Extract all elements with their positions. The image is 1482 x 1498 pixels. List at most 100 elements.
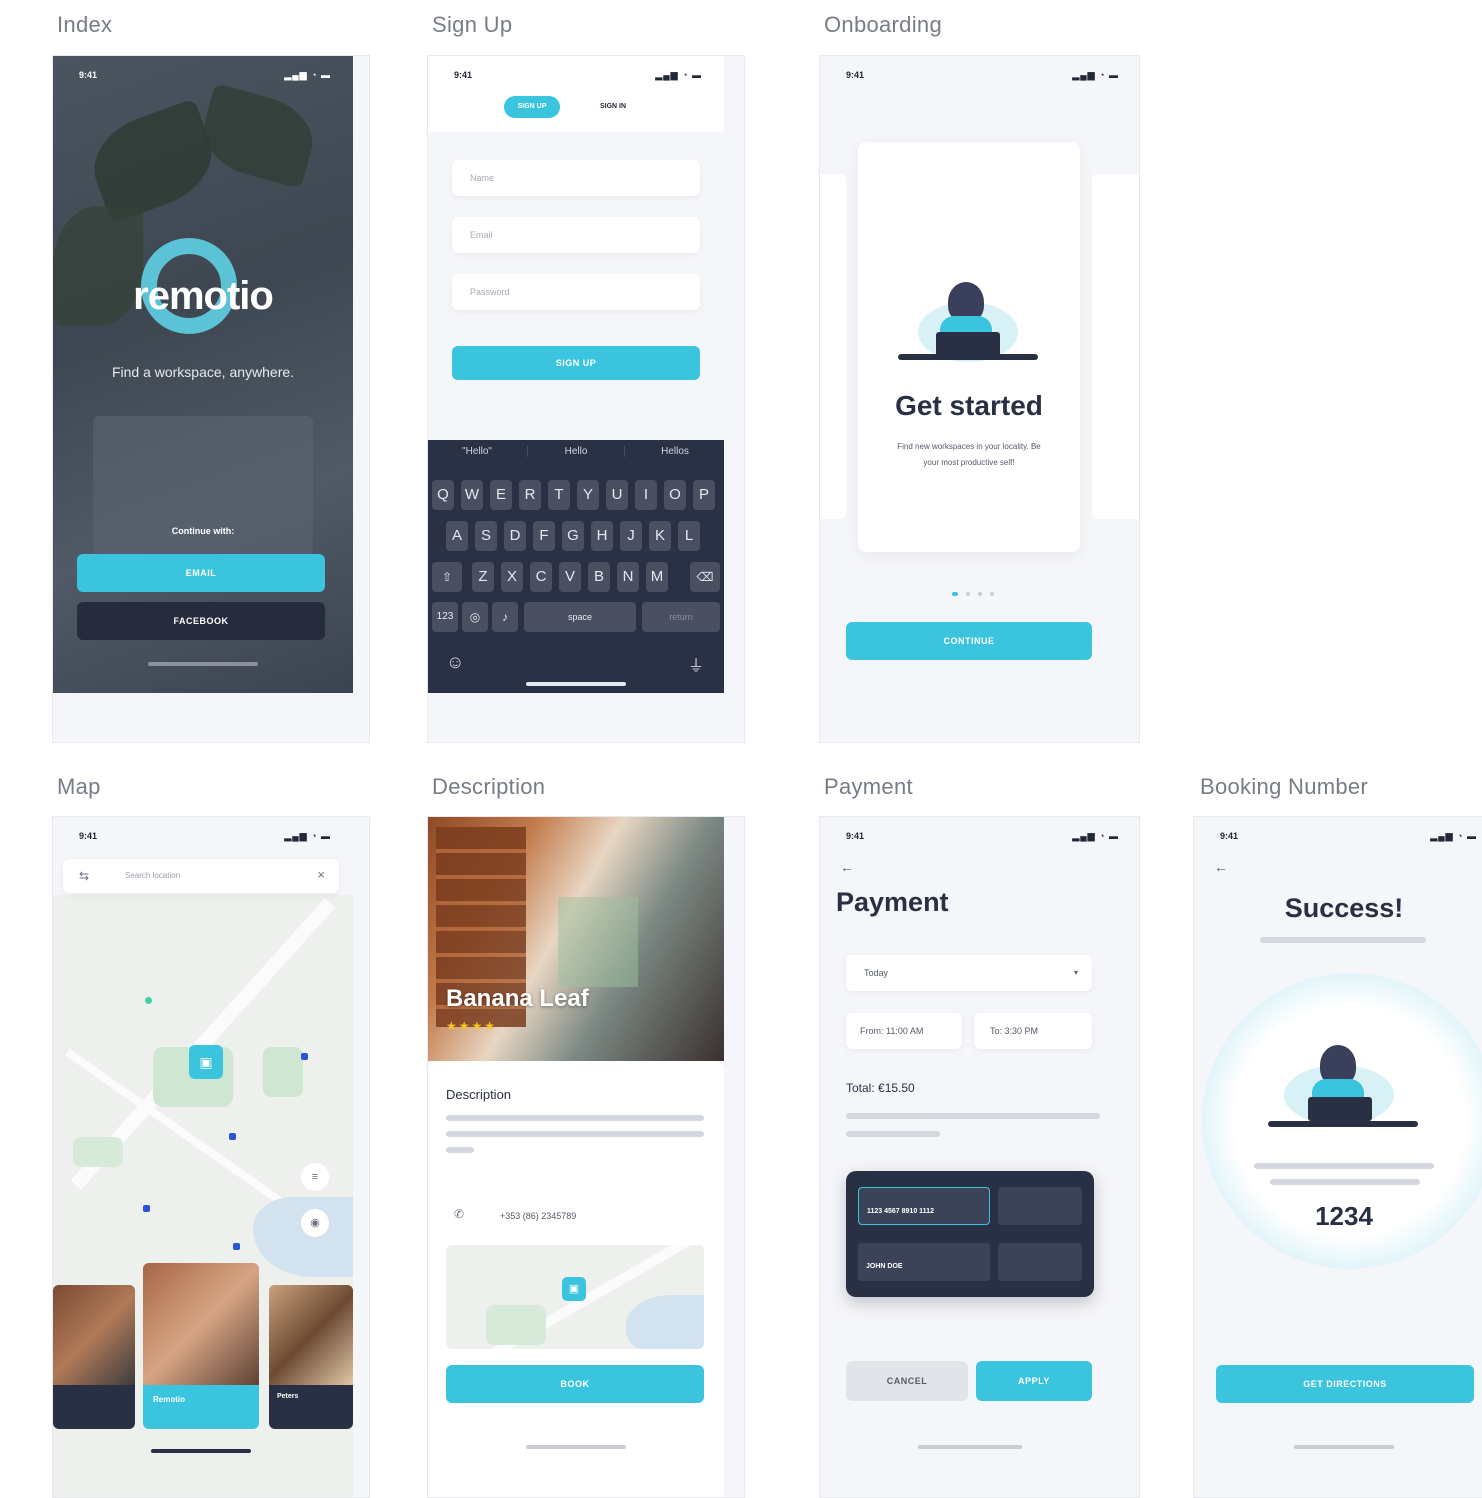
facebook-button[interactable]: FACEBOOK — [77, 602, 325, 640]
location-map[interactable]: ▣ — [446, 1245, 704, 1349]
emoji-icon[interactable]: ☺ — [446, 652, 464, 673]
to-time-field[interactable]: To: 3:30 PM — [974, 1013, 1092, 1049]
keyboard: "Hello" Hello Hellos QWERTYUIOP ASDFGHJK… — [428, 440, 724, 693]
key-u[interactable]: U — [606, 480, 628, 510]
signup-submit-button[interactable]: SIGN UP — [452, 346, 700, 380]
tab-signup[interactable]: SIGN UP — [504, 96, 560, 118]
key-z[interactable]: Z — [472, 562, 494, 592]
workspace-card[interactable]: Peters — [269, 1285, 353, 1429]
suggestion-3[interactable]: Hellos — [626, 446, 724, 457]
locate-icon[interactable]: ◉ — [301, 1209, 329, 1237]
date-select[interactable]: Today ▾ — [846, 955, 1092, 991]
name-field[interactable]: Name — [452, 160, 700, 196]
close-icon[interactable]: × — [317, 867, 325, 882]
card-expiry-field[interactable] — [998, 1187, 1082, 1225]
apply-button[interactable]: APPLY — [976, 1361, 1092, 1401]
key-i[interactable]: I — [635, 480, 657, 510]
cancel-button[interactable]: CANCEL — [846, 1361, 968, 1401]
key-j[interactable]: J — [620, 521, 642, 551]
workspace-pin-icon[interactable]: ▣ — [189, 1045, 223, 1079]
key-n[interactable]: N — [617, 562, 639, 592]
status-icons: ▂▄▆ ◔ ▬ — [655, 70, 702, 80]
payment-frame: 9:41 ▂▄▆ ◔ ▬ ← Payment Today ▾ From: 11:… — [819, 816, 1140, 1498]
map-marker[interactable] — [143, 1205, 150, 1212]
tab-signin[interactable]: SIGN IN — [578, 96, 648, 118]
signup-header — [428, 56, 724, 132]
key-q[interactable]: Q — [432, 480, 454, 510]
home-indicator — [526, 1445, 626, 1449]
continue-with-label: Continue with: — [171, 526, 235, 536]
onboarding-frame: 9:41 ▂▄▆ ◔ ▬ Get started Find new worksp… — [819, 55, 1140, 743]
dictation-icon[interactable]: ⏚ — [688, 652, 704, 676]
rating-stars: ★★★★ — [446, 1019, 498, 1033]
key-m[interactable]: M — [646, 562, 668, 592]
key-l[interactable]: L — [678, 521, 700, 551]
page-title: Payment — [836, 887, 949, 917]
map-marker[interactable] — [145, 997, 152, 1004]
return-key[interactable]: return — [642, 602, 720, 632]
map-marker[interactable] — [301, 1053, 308, 1060]
person-working-illustration — [888, 282, 1048, 372]
booking-screen: 9:41 ▂▄▆ ◔ ▬ ← Success! 1234 GET DIRECTI… — [1194, 817, 1482, 1497]
key-g[interactable]: G — [562, 521, 584, 551]
filter-icon[interactable]: ⇆ — [79, 869, 89, 883]
layers-icon[interactable]: ≡ — [301, 1163, 329, 1191]
card-number-field[interactable]: 1123 4567 8910 1112 — [858, 1187, 990, 1225]
map-marker[interactable] — [233, 1243, 240, 1250]
page-dot[interactable] — [990, 592, 994, 596]
book-button[interactable]: BOOK — [446, 1365, 704, 1403]
key-c[interactable]: C — [530, 562, 552, 592]
card-name-field[interactable]: JOHN DOE — [858, 1243, 990, 1281]
get-directions-button[interactable]: GET DIRECTIONS — [1216, 1365, 1474, 1403]
space-key[interactable]: space — [524, 602, 636, 632]
key-o[interactable]: O — [664, 480, 686, 510]
key-v[interactable]: V — [559, 562, 581, 592]
key-p[interactable]: P — [693, 480, 715, 510]
key-x[interactable]: X — [501, 562, 523, 592]
description-screen: Banana Leaf ★★★★ Description ✆ +353 (86)… — [428, 817, 724, 1497]
key-t[interactable]: T — [548, 480, 570, 510]
page-dot[interactable] — [978, 592, 982, 596]
phone-row[interactable]: ✆ +353 (86) 2345789 — [446, 1197, 704, 1235]
microphone-key[interactable]: ♪ — [492, 602, 518, 632]
workspace-card[interactable] — [53, 1285, 135, 1429]
workspace-card-selected[interactable]: Remotio — [143, 1263, 259, 1429]
password-field[interactable]: Password — [452, 274, 700, 310]
phone-number[interactable]: +353 (86) 2345789 — [500, 1211, 576, 1221]
workspace-card-name: Peters — [277, 1393, 299, 1400]
key-k[interactable]: K — [649, 521, 671, 551]
continue-button[interactable]: CONTINUE — [846, 622, 1092, 660]
back-arrow-icon[interactable]: ← — [840, 859, 854, 875]
globe-icon[interactable]: ◎ — [462, 602, 488, 632]
key-d[interactable]: D — [504, 521, 526, 551]
page-dot[interactable] — [966, 592, 970, 596]
key-b[interactable]: B — [588, 562, 610, 592]
suggestion-2[interactable]: Hello — [527, 446, 625, 457]
key-e[interactable]: E — [490, 480, 512, 510]
from-time-field[interactable]: From: 11:00 AM — [846, 1013, 962, 1049]
key-a[interactable]: A — [446, 521, 468, 551]
email-button[interactable]: EMAIL — [77, 554, 325, 592]
shift-key[interactable]: ⇧ — [432, 562, 462, 592]
search-input[interactable]: Search location — [125, 871, 180, 880]
payment-screen: 9:41 ▂▄▆ ◔ ▬ ← Payment Today ▾ From: 11:… — [820, 817, 1139, 1497]
map-marker[interactable] — [229, 1133, 236, 1140]
key-h[interactable]: H — [591, 521, 613, 551]
suggestion-1[interactable]: "Hello" — [428, 446, 526, 457]
search-bar[interactable]: ⇆ Search location × — [63, 859, 339, 893]
numbers-key[interactable]: 123 — [432, 602, 458, 632]
email-field[interactable]: Email — [452, 217, 700, 253]
page-dot-active[interactable] — [952, 592, 958, 596]
key-w[interactable]: W — [461, 480, 483, 510]
window — [558, 897, 638, 987]
booking-number: 1234 — [1315, 1201, 1373, 1231]
key-s[interactable]: S — [475, 521, 497, 551]
delete-key[interactable]: ⌫ — [690, 562, 720, 592]
onboarding-body-line2: your most productive self! — [923, 458, 1015, 467]
key-r[interactable]: R — [519, 480, 541, 510]
status-icons: ▂▄▆ ◔ ▬ — [1072, 70, 1119, 80]
back-arrow-icon[interactable]: ← — [1214, 859, 1228, 875]
card-cvv-field[interactable] — [998, 1243, 1082, 1281]
key-y[interactable]: Y — [577, 480, 599, 510]
key-f[interactable]: F — [533, 521, 555, 551]
